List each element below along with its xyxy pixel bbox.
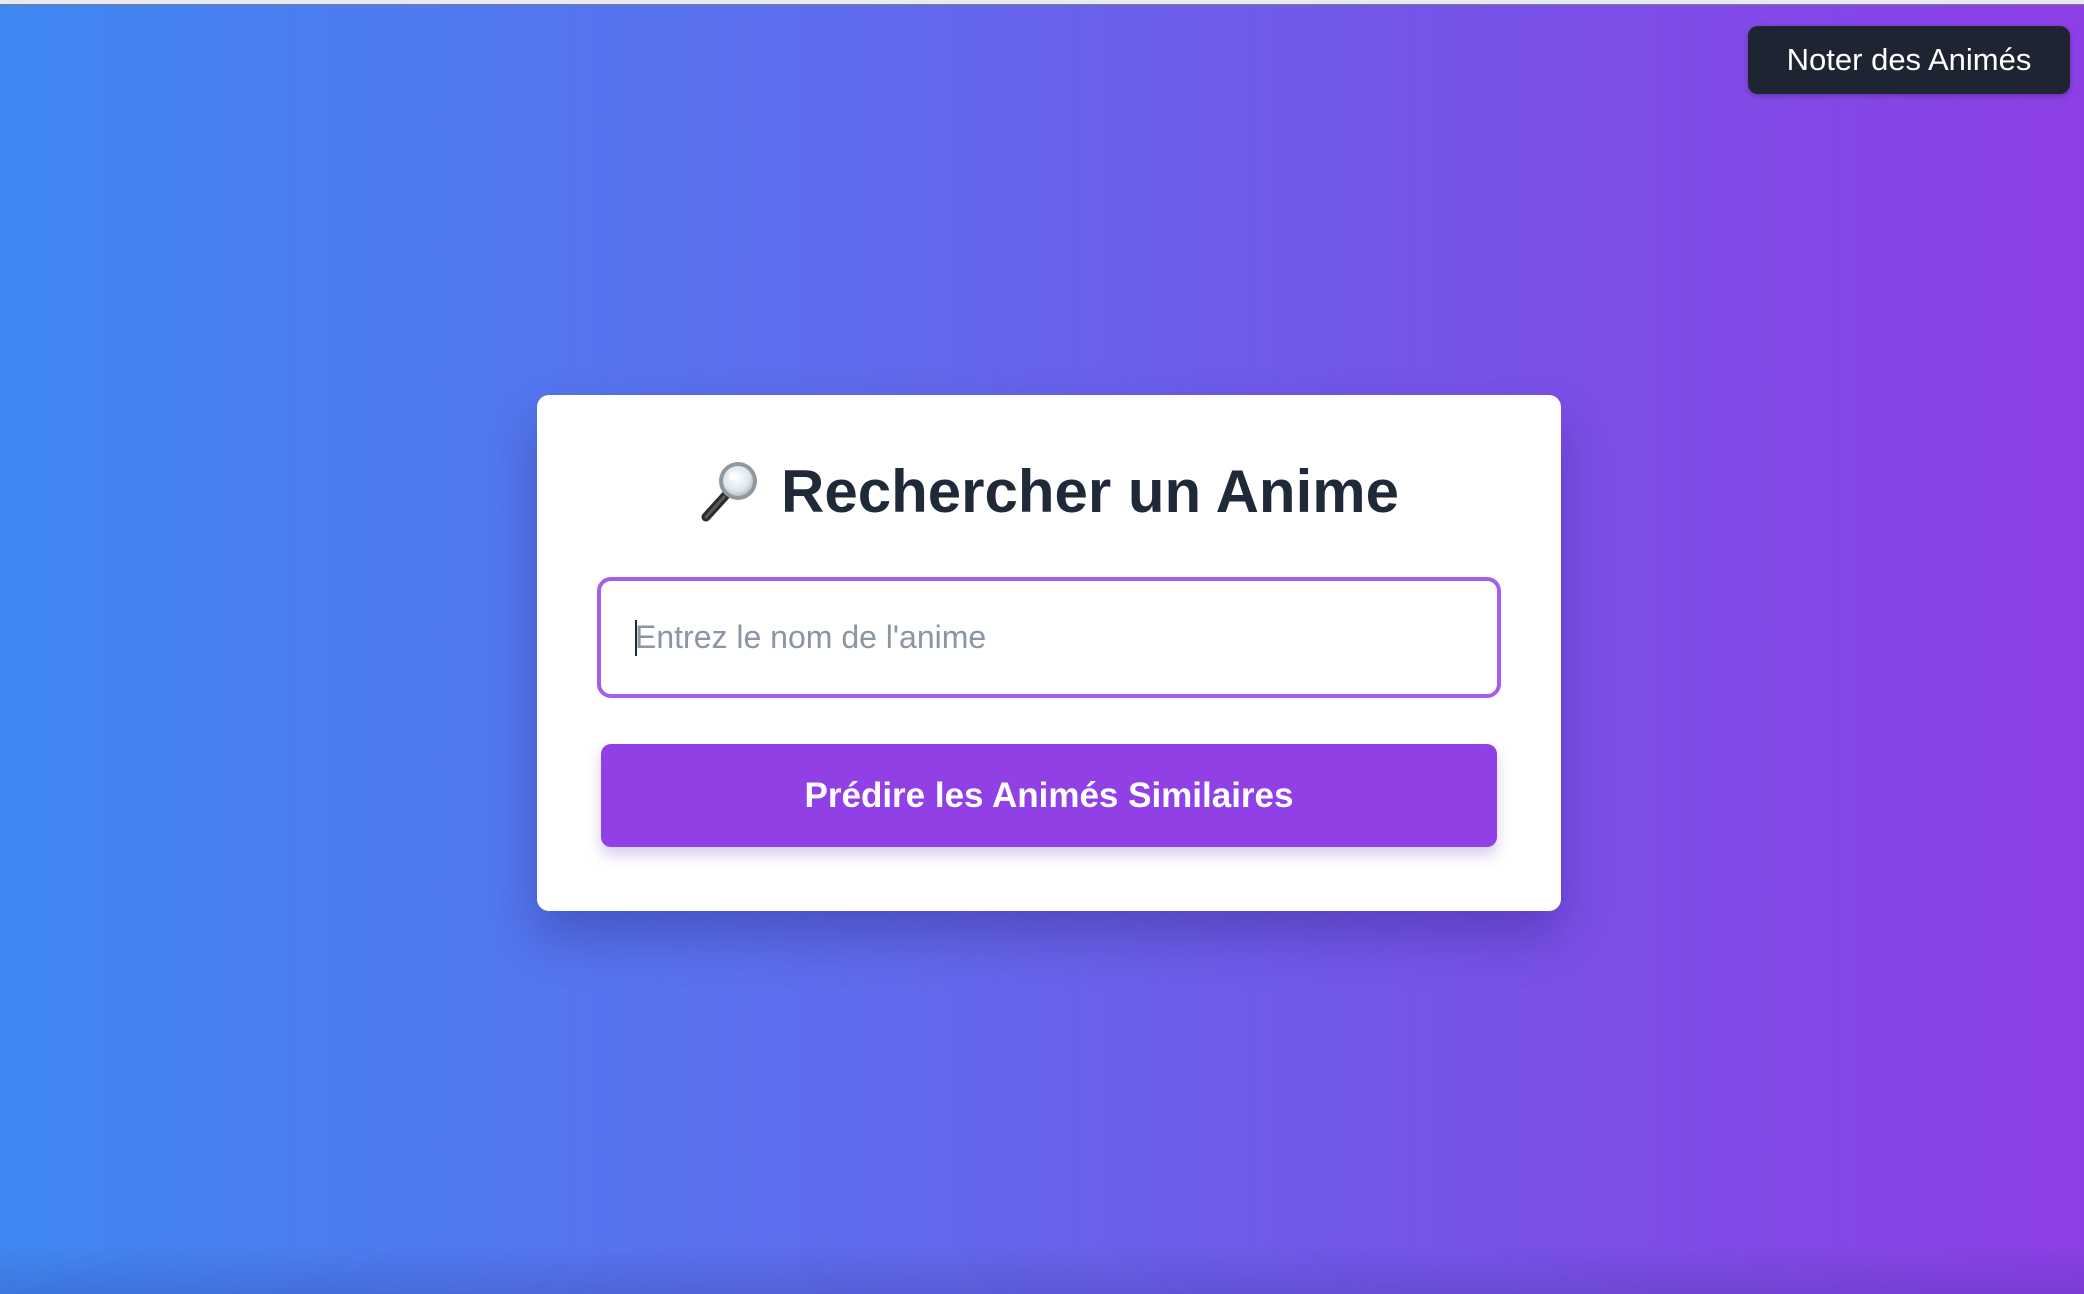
page-title-text: Rechercher un Anime (781, 457, 1399, 525)
predict-similar-button[interactable]: Prédire les Animés Similaires (601, 744, 1497, 847)
text-cursor (635, 620, 637, 656)
predict-similar-button-label: Prédire les Animés Similaires (804, 775, 1294, 815)
top-edge-strip (0, 0, 2084, 5)
bottom-shade (0, 1244, 2084, 1294)
page-title: Rechercher un Anime (537, 453, 1561, 529)
rate-animes-button-label: Noter des Animés (1786, 42, 2032, 77)
rate-animes-button[interactable]: Noter des Animés (1748, 26, 2070, 94)
anime-name-input[interactable] (597, 577, 1501, 698)
magnifying-glass-icon (699, 459, 761, 523)
search-card: Rechercher un Anime Prédire les Animés S… (537, 395, 1561, 911)
